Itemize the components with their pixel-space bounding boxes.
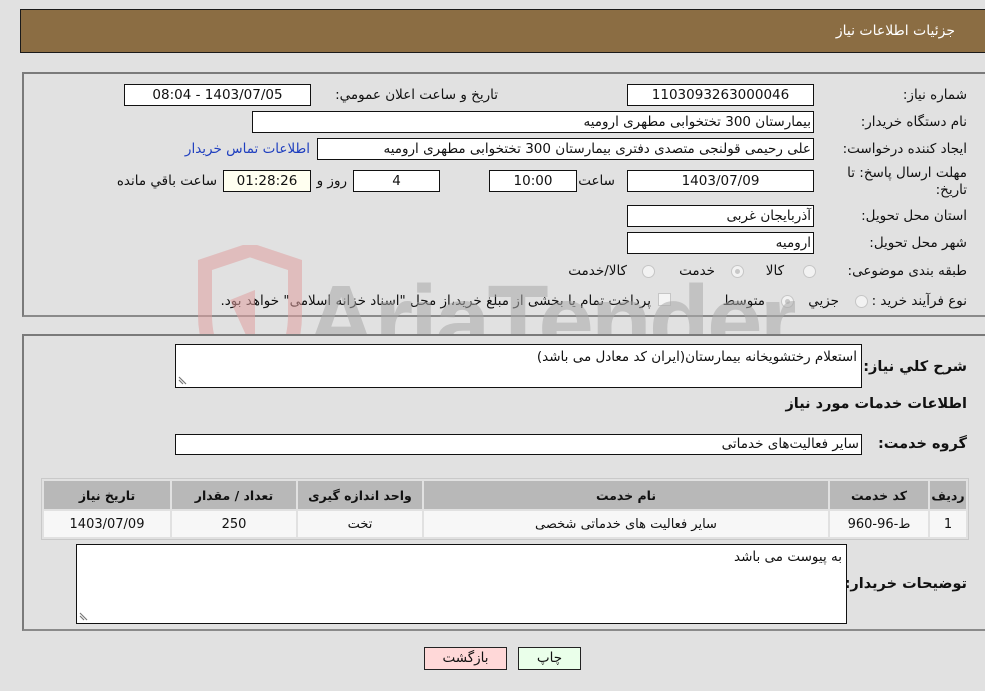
services-heading: اطلاعات خدمات مورد نیاز (785, 396, 967, 412)
print-button[interactable]: چاپ (518, 647, 581, 670)
col-quantity: تعداد / مقدار (172, 481, 296, 509)
deadline-time-field: 10:00 (489, 170, 577, 192)
days-remaining-field: 4 (353, 170, 440, 192)
page-title: جزئیات اطلاعات نیاز (835, 23, 955, 39)
buyer-contact-link[interactable]: اطلاعات تماس خریدار (185, 141, 310, 157)
cell-unit: تخت (298, 511, 422, 537)
col-unit: واحد اندازه گیری (298, 481, 422, 509)
process-medium-label: متوسط (722, 293, 765, 309)
province-label: استان محل تحویل: (861, 208, 967, 224)
cell-quantity: 250 (172, 511, 296, 537)
city-label: شهر محل تحویل: (869, 235, 967, 251)
category-radio-goods-service[interactable] (642, 265, 655, 278)
deadline-date-field: 1403/07/09 (627, 170, 814, 192)
category-goods-label: کالا (765, 263, 784, 279)
table-row: 1 ط-96-960 سایر فعالیت های خدماتی شخصی ت… (44, 511, 966, 537)
resize-grip-icon[interactable] (79, 612, 88, 621)
creator-label: ایجاد کننده درخواست: (842, 141, 967, 157)
category-label: طبقه بندی موضوعی: (847, 263, 967, 279)
category-radio-goods[interactable] (803, 265, 816, 278)
need-number-label: شماره نیاز: (902, 87, 967, 103)
process-label: نوع فرآیند خرید : (871, 293, 967, 309)
announce-field: 1403/07/05 - 08:04 (124, 84, 311, 106)
category-service-label: خدمت (679, 263, 715, 279)
remaining-time-field: 01:28:26 (223, 170, 311, 192)
category-goods-service-label: کالا/خدمت (568, 263, 627, 279)
col-row-number: ردیف (930, 481, 966, 509)
buyer-org-field: بیمارستان 300 تختخوابی مطهری ارومیه (252, 111, 814, 133)
resize-grip-icon[interactable] (178, 376, 187, 385)
col-service-code: کد خدمت (830, 481, 928, 509)
buyer-notes-text: به پیوست می باشد (734, 549, 842, 565)
treasury-note: پرداخت تمام یا بخشی از مبلغ خرید،از محل … (220, 293, 651, 309)
process-radio-medium[interactable] (781, 295, 794, 308)
process-minor-label: جزيي (808, 293, 839, 309)
need-info-panel: شماره نیاز: 1103093263000046 تاریخ و ساع… (22, 72, 985, 317)
days-label: روز و (316, 173, 347, 189)
creator-field: علی رحیمی قولنجی متصدی دفتری بیمارستان 3… (317, 138, 814, 160)
cell-row-number: 1 (930, 511, 966, 537)
page-header: جزئیات اطلاعات نیاز (20, 9, 985, 53)
buyer-notes-label: توضیحات خریدار: (844, 576, 967, 592)
services-table: ردیف کد خدمت نام خدمت واحد اندازه گیری ت… (41, 478, 969, 540)
province-field: آذربایجان غربی (627, 205, 814, 227)
description-label: شرح کلي نياز: (863, 359, 967, 375)
description-text: استعلام رختشویخانه بیمارستان(ایران کد مع… (536, 349, 857, 365)
treasury-checkbox[interactable] (658, 293, 671, 306)
buyer-org-label: نام دستگاه خریدار: (860, 114, 967, 130)
cell-need-date: 1403/07/09 (44, 511, 170, 537)
need-number-field: 1103093263000046 (627, 84, 814, 106)
col-service-name: نام خدمت (424, 481, 828, 509)
service-group-field: سایر فعالیت‌های خدماتی (175, 434, 862, 455)
table-header-row: ردیف کد خدمت نام خدمت واحد اندازه گیری ت… (44, 481, 966, 509)
service-group-label: گروه خدمت: (877, 436, 967, 452)
cell-service-name: سایر فعالیت های خدماتی شخصی (424, 511, 828, 537)
city-field: ارومیه (627, 232, 814, 254)
back-button[interactable]: بازگشت (424, 647, 507, 670)
buyer-notes-textarea[interactable]: به پیوست می باشد (76, 544, 847, 624)
col-need-date: تاریخ نیاز (44, 481, 170, 509)
remaining-time-label: ساعت باقي مانده (116, 173, 217, 189)
category-radio-service[interactable] (731, 265, 744, 278)
announce-label: تاریخ و ساعت اعلان عمومي: (335, 87, 498, 103)
process-radio-minor[interactable] (855, 295, 868, 308)
description-textarea[interactable]: استعلام رختشویخانه بیمارستان(ایران کد مع… (175, 344, 862, 388)
deadline-label: مهلت ارسال پاسخ: تا تاریخ: (847, 165, 967, 198)
cell-service-code: ط-96-960 (830, 511, 928, 537)
details-panel: شرح کلي نياز: استعلام رختشویخانه بیمارست… (22, 334, 985, 631)
deadline-time-label: ساعت (578, 173, 615, 189)
